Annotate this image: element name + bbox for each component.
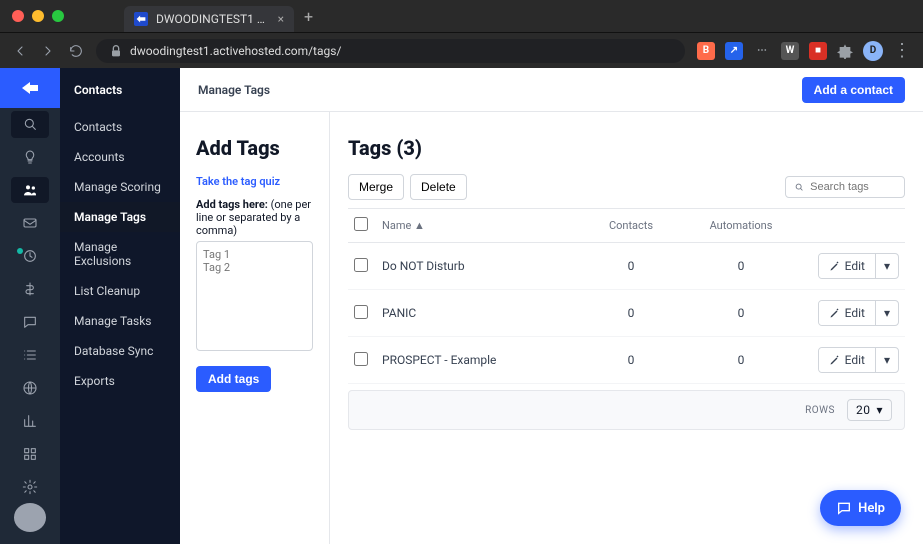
tag-automations: 0 [686,290,796,337]
forward-icon[interactable] [40,43,56,59]
back-icon[interactable] [12,43,28,59]
url-text: dwoodingtest1.activehosted.com/tags/ [130,44,341,58]
edit-menu-button[interactable]: ▾ [875,301,898,325]
user-avatar[interactable] [14,503,46,532]
add-tags-label: Add tags here: (one per line or separate… [196,198,313,237]
col-automations[interactable]: Automations [686,209,796,243]
tags-textarea[interactable] [196,241,313,351]
edit-button[interactable]: Edit [819,254,875,278]
nav-rail [0,68,60,544]
tag-contacts: 0 [576,290,686,337]
tag-automations: 0 [686,243,796,290]
subnav-item-manage-scoring[interactable]: Manage Scoring [60,172,180,202]
add-tags-heading: Add Tags [196,136,313,160]
globe-icon[interactable] [11,374,49,401]
pencil-icon [829,307,841,319]
close-icon[interactable]: × [278,12,284,26]
tags-heading: Tags (3) [348,136,905,160]
window-close-icon[interactable] [12,10,24,22]
col-name[interactable]: Name [382,219,411,232]
help-button[interactable]: Help [820,490,901,526]
merge-button[interactable]: Merge [348,174,404,200]
window-maximize-icon[interactable] [52,10,64,22]
subnav-item-accounts[interactable]: Accounts [60,142,180,172]
chevron-down-icon: ▾ [884,306,890,320]
contacts-icon[interactable] [11,177,49,204]
tag-contacts: 0 [576,337,686,384]
mail-icon[interactable] [11,209,49,236]
tag-name: PANIC [376,290,576,337]
rows-label: ROWS [805,405,835,416]
window-minimize-icon[interactable] [32,10,44,22]
quiz-link[interactable]: Take the tag quiz [196,175,280,188]
extension-icon[interactable]: ↗ [725,42,743,60]
add-tags-button[interactable]: Add tags [196,366,271,392]
extension-icon[interactable]: ■ [809,42,827,60]
edit-menu-button[interactable]: ▾ [875,348,898,372]
apps-icon[interactable] [11,440,49,467]
table-row: PANIC00Edit▾ [348,290,905,337]
row-checkbox[interactable] [354,305,368,319]
table-row: PROSPECT - Example00Edit▾ [348,337,905,384]
row-checkbox[interactable] [354,352,368,366]
page-title: Manage Tags [198,83,270,97]
new-tab-button[interactable]: + [304,7,313,26]
pencil-icon [829,354,841,366]
col-contacts[interactable]: Contacts [576,209,686,243]
tag-name: PROSPECT - Example [376,337,576,384]
subnav-item-manage-tags[interactable]: Manage Tags [60,202,180,232]
row-checkbox[interactable] [354,258,368,272]
extension-icon[interactable]: B [697,42,715,60]
delete-button[interactable]: Delete [410,174,467,200]
subnav-item-list-cleanup[interactable]: List Cleanup [60,276,180,306]
chat-icon[interactable] [11,308,49,335]
profile-avatar[interactable]: D [863,41,883,61]
menu-icon[interactable]: ⋮ [893,40,911,61]
pencil-icon [829,260,841,272]
extension-icon[interactable]: ⋯ [753,42,771,60]
reload-icon[interactable] [68,43,84,59]
reports-icon[interactable] [11,407,49,434]
subnav-item-manage-exclusions[interactable]: Manage Exclusions [60,232,180,276]
subnav-item-contacts[interactable]: Contacts [60,112,180,142]
extension-icon[interactable]: W [781,42,799,60]
deals-icon[interactable] [11,275,49,302]
table-row: Do NOT Disturb00Edit▾ [348,243,905,290]
subnav-item-exports[interactable]: Exports [60,366,180,396]
tag-name: Do NOT Disturb [376,243,576,290]
chevron-down-icon: ▾ [876,403,883,417]
rows-select[interactable]: 20 ▾ [847,399,892,421]
lightbulb-icon[interactable] [11,144,49,171]
tab-title: DWOODINGTEST1 Email Marke [156,12,270,26]
subnav: Contacts ContactsAccountsManage ScoringM… [60,68,180,544]
chevron-down-icon: ▾ [884,259,890,273]
gear-icon[interactable] [11,473,49,500]
address-bar[interactable]: dwoodingtest1.activehosted.com/tags/ [96,39,685,63]
edit-menu-button[interactable]: ▾ [875,254,898,278]
tag-contacts: 0 [576,243,686,290]
search-icon [794,181,804,193]
browser-tab[interactable]: DWOODINGTEST1 Email Marke × [124,6,294,32]
chevron-down-icon: ▾ [884,353,890,367]
subnav-header: Contacts [60,68,180,112]
extensions-icon[interactable] [837,43,853,59]
tag-automations: 0 [686,337,796,384]
search-icon[interactable] [11,111,49,138]
edit-button[interactable]: Edit [819,348,875,372]
subnav-item-database-sync[interactable]: Database Sync [60,336,180,366]
search-tags-input[interactable] [785,176,905,198]
select-all-checkbox[interactable] [354,217,368,231]
automation-icon[interactable] [11,242,49,269]
tab-favicon-icon [134,12,148,26]
edit-button[interactable]: Edit [819,301,875,325]
list-icon[interactable] [11,341,49,368]
lock-icon [108,43,124,59]
sort-asc-icon: ▲ [414,219,425,232]
logo-icon[interactable] [0,68,60,108]
chat-icon [836,500,852,516]
add-contact-button[interactable]: Add a contact [802,77,905,103]
subnav-item-manage-tasks[interactable]: Manage Tasks [60,306,180,336]
